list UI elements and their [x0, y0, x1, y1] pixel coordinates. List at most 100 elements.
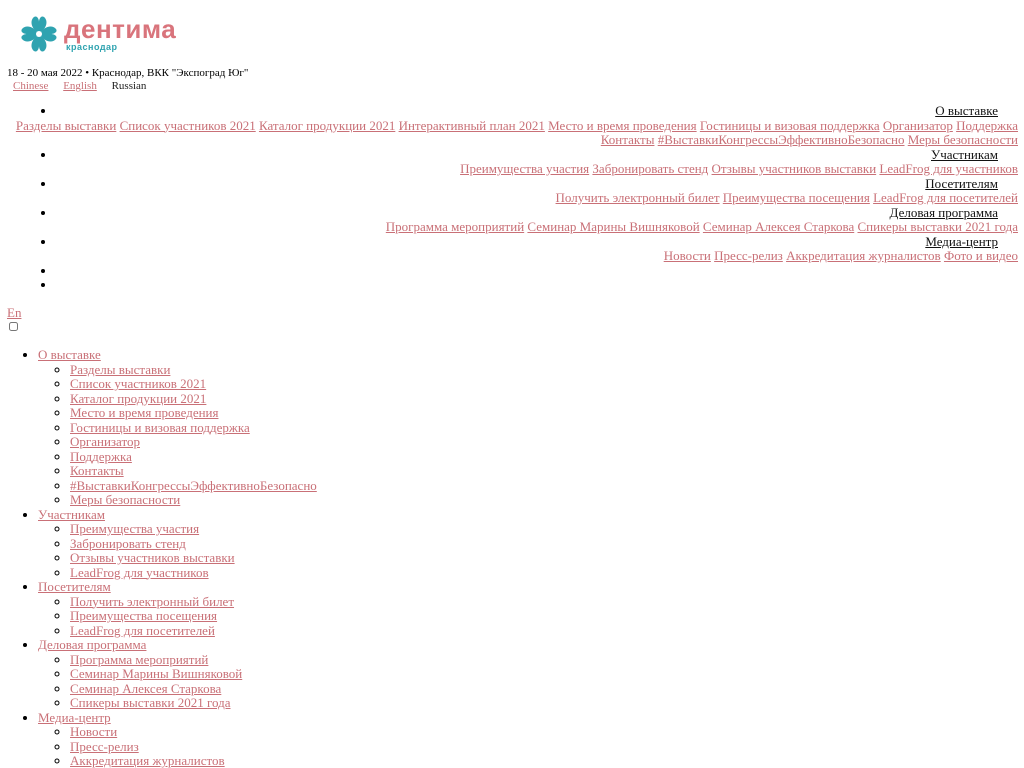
nav-about-submenu: Разделы выставки Список участников 2021 … [6, 118, 1018, 148]
mobile-nav-sublink[interactable]: Новости [70, 724, 117, 739]
mobile-nav-sublink[interactable]: Место и время проведения [70, 405, 218, 420]
nav-submenu-link[interactable]: Семинар Марины Вишняковой [527, 219, 699, 234]
mobile-nav-subitem: Меры безопасности [70, 492, 317, 508]
nav-submenu-link[interactable]: Отзывы участников выставки [712, 161, 877, 176]
mobile-nav-subitem: Забронировать стенд [70, 536, 317, 552]
mobile-nav-section-link[interactable]: Деловая программа [38, 637, 146, 652]
mobile-nav-subitem: Семинар Алексея Старкова [70, 681, 317, 697]
mobile-nav-sublink[interactable]: Пресс-релиз [70, 739, 139, 754]
mobile-nav-sublink[interactable]: Гостиницы и визовая поддержка [70, 420, 250, 435]
nav-submenu-link[interactable]: #ВыставкиКонгрессыЭффективноБезопасно [658, 132, 905, 147]
nav-submenu-link[interactable]: Семинар Алексея Старкова [703, 219, 854, 234]
mobile-nav-sublink[interactable]: Семинар Алексея Старкова [70, 681, 221, 696]
mobile-nav-subitem: Получить электронный билет [70, 594, 317, 610]
mobile-nav-section-link[interactable]: О выставке [38, 347, 101, 362]
nav-submenu-link[interactable]: Программа мероприятий [386, 219, 524, 234]
mobile-nav-sublink[interactable]: #ВыставкиКонгрессыЭффективноБезопасно [70, 478, 317, 493]
mobile-nav-sublink[interactable]: Каталог продукции 2021 [70, 391, 206, 406]
mobile-nav-sublink[interactable]: LeadFrog для посетителей [70, 623, 215, 638]
nav-submenu-link[interactable]: Спикеры выставки 2021 года [857, 219, 1018, 234]
nav-item-empty [6, 264, 1018, 279]
nav-submenu-link[interactable]: Аккредитация журналистов [786, 248, 941, 263]
mobile-nav-subitem: Аккредитация журналистов [70, 753, 317, 768]
mobile-nav-subitem: LeadFrog для участников [70, 565, 317, 581]
mobile-nav-section: ПосетителямПолучить электронный билетПре… [38, 579, 317, 639]
nav-submenu-link[interactable]: Фото и видео [944, 248, 1018, 263]
nav-submenu-link[interactable]: Пресс-релиз [714, 248, 783, 263]
nav-submenu-link[interactable]: Новости [664, 248, 711, 263]
mobile-nav-sublink[interactable]: Отзывы участников выставки [70, 550, 235, 565]
nav-submenu-link[interactable]: Каталог продукции 2021 [259, 118, 395, 133]
nav-about-link[interactable]: О выставке [935, 103, 1018, 118]
lang-english-link[interactable]: English [63, 80, 97, 92]
event-info: 18 - 20 мая 2022 • Краснодар, ВКК "Экспо… [7, 67, 249, 79]
nav-media-submenu: Новости Пресс-релиз Аккредитация журнали… [6, 248, 1018, 264]
mobile-nav-section-link[interactable]: Медиа-центр [38, 710, 111, 725]
mobile-nav-subitem: Разделы выставки [70, 362, 317, 378]
mobile-nav-sublink[interactable]: Преимущества посещения [70, 608, 217, 623]
mobile-nav-sublink[interactable]: Разделы выставки [70, 362, 170, 377]
lang-switch-link[interactable]: En [7, 305, 21, 321]
mobile-nav-sublink[interactable]: Организатор [70, 434, 140, 449]
mobile-nav-subitem: Место и время проведения [70, 405, 317, 421]
mobile-nav-subitem: Поддержка [70, 449, 317, 465]
mobile-nav-sublink[interactable]: Получить электронный билет [70, 594, 234, 609]
nav-submenu-link[interactable]: Список участников 2021 [120, 118, 256, 133]
mobile-nav-subitem: Семинар Марины Вишняковой [70, 666, 317, 682]
mobile-nav-sublink[interactable]: Поддержка [70, 449, 132, 464]
main-nav: О выставке Разделы выставки Список участ… [6, 103, 1018, 293]
nav-item-media: Медиа-центр Новости Пресс-релиз Аккредит… [6, 234, 1018, 264]
brand-name: дентима [64, 14, 177, 44]
nav-submenu-link[interactable]: LeadFrog для участников [879, 161, 1018, 176]
mobile-nav-sublink[interactable]: Контакты [70, 463, 124, 478]
mobile-menu-toggle[interactable] [9, 322, 18, 331]
mobile-nav-section-link[interactable]: Посетителям [38, 579, 111, 594]
mobile-nav-submenu: Преимущества участияЗабронировать стендО… [38, 521, 317, 581]
mobile-nav-sublink[interactable]: LeadFrog для участников [70, 565, 209, 580]
mobile-nav-subitem: Преимущества участия [70, 521, 317, 537]
lang-chinese-link[interactable]: Chinese [13, 80, 48, 92]
nav-submenu-link[interactable]: LeadFrog для посетителей [873, 190, 1018, 205]
mobile-nav-sublink[interactable]: Забронировать стенд [70, 536, 186, 551]
nav-submenu-link[interactable]: Забронировать стенд [592, 161, 708, 176]
mobile-nav-subitem: Каталог продукции 2021 [70, 391, 317, 407]
nav-exhibitors-link[interactable]: Участникам [931, 147, 1018, 162]
mobile-nav: О выставкеРазделы выставкиСписок участни… [0, 347, 317, 768]
nav-submenu-link[interactable]: Поддержка [956, 118, 1018, 133]
nav-submenu-link[interactable]: Преимущества участия [460, 161, 589, 176]
nav-submenu-link[interactable]: Меры безопасности [908, 132, 1018, 147]
nav-submenu-link[interactable]: Место и время проведения [548, 118, 696, 133]
nav-visitors-link[interactable]: Посетителям [925, 176, 1018, 191]
nav-submenu-link[interactable]: Получить электронный билет [556, 190, 720, 205]
mobile-nav-sublink[interactable]: Меры безопасности [70, 492, 180, 507]
nav-media-link[interactable]: Медиа-центр [925, 234, 1018, 249]
nav-submenu-link[interactable]: Разделы выставки [16, 118, 116, 133]
mobile-nav-sublink[interactable]: Семинар Марины Вишняковой [70, 666, 242, 681]
nav-visitors-submenu: Получить электронный билет Преимущества … [6, 190, 1018, 206]
mobile-nav-sublink[interactable]: Список участников 2021 [70, 376, 206, 391]
mobile-nav-subitem: #ВыставкиКонгрессыЭффективноБезопасно [70, 478, 317, 494]
mobile-nav-subitem: Список участников 2021 [70, 376, 317, 392]
nav-submenu-link[interactable]: Интерактивный план 2021 [399, 118, 545, 133]
nav-submenu-link[interactable]: Контакты [601, 132, 655, 147]
mobile-nav-section-link[interactable]: Участникам [38, 507, 105, 522]
mobile-nav-section: Деловая программаПрограмма мероприятийСе… [38, 637, 317, 711]
nav-item-business: Деловая программа Программа мероприятий … [6, 205, 1018, 235]
mobile-nav-sublink[interactable]: Преимущества участия [70, 521, 199, 536]
flower-logo-icon [21, 16, 57, 52]
nav-exhibitors-submenu: Преимущества участия Забронировать стенд… [6, 161, 1018, 177]
lang-russian-current: Russian [111, 80, 147, 92]
logo[interactable]: дентима краснодар [18, 13, 176, 55]
mobile-nav-sublink[interactable]: Спикеры выставки 2021 года [70, 695, 231, 710]
nav-submenu-link[interactable]: Преимущества посещения [723, 190, 870, 205]
nav-submenu-link[interactable]: Гостиницы и визовая поддержка [700, 118, 880, 133]
nav-submenu-link[interactable]: Организатор [883, 118, 953, 133]
nav-business-link[interactable]: Деловая программа [890, 205, 1018, 220]
mobile-nav-subitem: LeadFrog для посетителей [70, 623, 317, 639]
nav-business-submenu: Программа мероприятий Семинар Марины Виш… [6, 219, 1018, 235]
mobile-nav-section: Медиа-центрНовостиПресс-релизАккредитаци… [38, 710, 317, 768]
mobile-nav-sublink[interactable]: Аккредитация журналистов [70, 753, 225, 768]
mobile-nav-sublink[interactable]: Программа мероприятий [70, 652, 208, 667]
nav-item-visitors: Посетителям Получить электронный билет П… [6, 176, 1018, 206]
nav-item-empty [6, 278, 1018, 293]
